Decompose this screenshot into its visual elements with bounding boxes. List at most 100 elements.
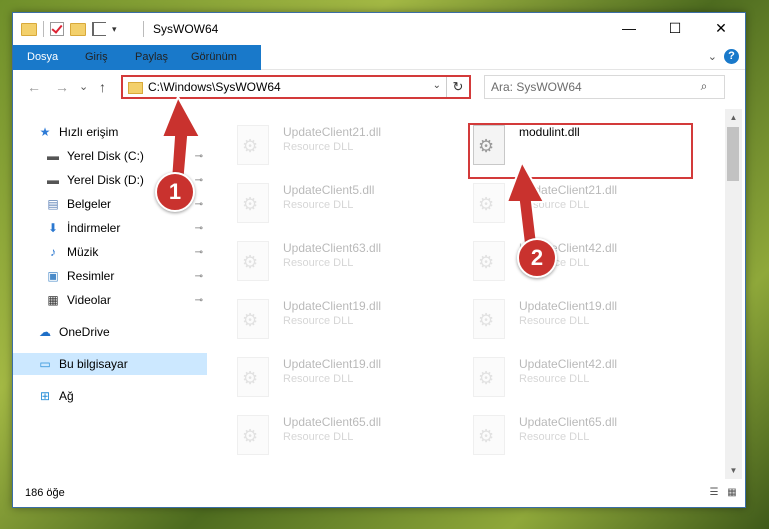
dll-file-icon	[473, 357, 505, 397]
properties-check-icon[interactable]	[50, 22, 64, 36]
search-box[interactable]: ⌕	[484, 75, 725, 99]
minimize-button[interactable]: —	[606, 13, 652, 43]
address-path[interactable]: C:\Windows\SysWOW64	[148, 80, 281, 94]
large-icons-view-icon[interactable]: ▦	[725, 487, 739, 499]
file-type: Resource DLL	[519, 431, 590, 443]
new-folder-icon[interactable]	[70, 22, 86, 36]
sidebar-item-label: Ağ	[59, 389, 74, 403]
dll-file-icon	[473, 125, 505, 165]
sidebar-item[interactable]: ▭ Bu bilgisayar	[13, 353, 207, 375]
file-item[interactable]: UpdateClient65.dll Resource DLL	[209, 409, 429, 463]
file-item[interactable]: UpdateClient21.dll Resource DLL	[209, 119, 429, 173]
pin-icon[interactable]: ⊸	[195, 247, 203, 258]
sidebar-item[interactable]: ▣ Resimler ⊸	[13, 265, 207, 287]
sidebar-item-label: Yerel Disk (C:)	[67, 149, 144, 163]
network-icon: ⊞	[39, 389, 51, 403]
customize-dropdown[interactable]: ▾	[112, 24, 117, 35]
pin-icon[interactable]: ⊸	[195, 295, 203, 306]
file-item[interactable]: UpdateClient19.dll Resource DLL	[209, 351, 429, 405]
file-type: Resource DLL	[283, 431, 354, 443]
file-name: UpdateClient21.dll	[283, 125, 382, 139]
quick-access-toolbar: ▾	[21, 21, 117, 37]
sidebar-item[interactable]: ♪ Müzik ⊸	[13, 241, 207, 263]
sidebar-item[interactable]: ⊞ Ağ	[13, 385, 207, 407]
close-button[interactable]: ✕	[698, 13, 744, 43]
file-type: Resource DLL	[519, 373, 590, 385]
tab-view[interactable]: Görünüm	[181, 45, 247, 69]
star-icon: ★	[39, 125, 51, 139]
documents-icon: ▤	[47, 197, 59, 211]
search-icon[interactable]: ⌕	[696, 79, 712, 93]
file-name: UpdateClient5.dll	[283, 183, 375, 197]
file-name: UpdateClient19.dll	[283, 357, 382, 371]
step-2-badge: 2	[517, 238, 557, 278]
dll-file-icon	[237, 183, 269, 223]
pin-icon[interactable]: ⊸	[195, 271, 203, 282]
sidebar-item[interactable]: ☁ OneDrive	[13, 321, 207, 343]
tab-share[interactable]: Paylaş	[125, 45, 178, 69]
sidebar-item[interactable]: ▦ Videolar ⊸	[13, 289, 207, 311]
scroll-thumb[interactable]	[727, 127, 739, 181]
search-input[interactable]	[491, 78, 691, 96]
drive-icon: ▬	[47, 149, 59, 163]
expand-ribbon-icon[interactable]: ⌄	[708, 50, 717, 63]
divider	[143, 21, 144, 37]
file-type: Resource DLL	[283, 257, 354, 269]
folder-icon	[21, 22, 37, 36]
vertical-scrollbar[interactable]: ▲ ▼	[725, 109, 742, 479]
folder-icon	[128, 82, 143, 94]
maximize-button[interactable]: ☐	[652, 13, 698, 43]
details-view-icon[interactable]: ☰	[707, 487, 721, 499]
scroll-down-icon[interactable]: ▼	[725, 462, 742, 479]
pin-icon[interactable]: ⊸	[195, 223, 203, 234]
file-name: UpdateClient63.dll	[283, 241, 382, 255]
help-icon[interactable]: ?	[724, 49, 739, 64]
file-list: UpdateClient21.dll Resource DLL modulint.d…	[209, 109, 723, 479]
recent-locations-button[interactable]: ⌄	[79, 80, 88, 93]
cloud-icon: ☁	[39, 325, 51, 339]
file-name: UpdateClient42.dll	[519, 357, 618, 371]
file-type: Resource DLL	[283, 141, 354, 153]
sidebar-item-label: Müzik	[67, 245, 99, 259]
sidebar-item-label: Videolar	[67, 293, 111, 307]
videos-icon: ▦	[47, 293, 59, 307]
file-item[interactable]: UpdateClient19.dll Resource DLL	[445, 293, 665, 347]
forward-button[interactable]: →	[55, 79, 69, 95]
file-item[interactable]: UpdateClient65.dll Resource DLL	[445, 409, 665, 463]
dll-file-icon	[237, 357, 269, 397]
explorer-window: ▾ SysWOW64 — ☐ ✕ Dosya Giriş Paylaş Görü…	[12, 12, 746, 508]
file-type: Resource DLL	[283, 315, 354, 327]
dll-file-icon	[237, 415, 269, 455]
sidebar-item-label: Yerel Disk (D:)	[67, 173, 144, 187]
file-name: UpdateClient19.dll	[519, 299, 618, 313]
file-name: UpdateClient19.dll	[283, 299, 382, 313]
scroll-up-icon[interactable]: ▲	[725, 109, 742, 126]
step-1-badge: 1	[155, 172, 195, 212]
item-count: 186 öğe	[25, 487, 65, 499]
sidebar-item-label: Hızlı erişim	[59, 125, 119, 139]
back-button[interactable]: ←	[27, 79, 41, 95]
file-item[interactable]: UpdateClient42.dll Resource DLL	[445, 351, 665, 405]
status-bar: 186 öğe ☰ ▦	[13, 479, 745, 507]
sidebar-item-label: Belgeler	[67, 197, 112, 211]
tab-home[interactable]: Giriş	[75, 45, 118, 69]
file-item[interactable]: UpdateClient5.dll Resource DLL	[209, 177, 429, 231]
navigation-bar: ← → ⌄ ↑ C:\Windows\SysWOW64 ⌄ ↻ ⌕	[13, 70, 745, 104]
music-icon: ♪	[50, 245, 56, 259]
file-type: Resource DLL	[283, 199, 354, 211]
up-button[interactable]: ↑	[99, 79, 106, 95]
file-type: Resource DLL	[519, 315, 590, 327]
ribbon: Dosya Giriş Paylaş Görünüm ⌄ ?	[13, 45, 745, 99]
file-type: Resource DLL	[283, 373, 354, 385]
download-icon: ⬇	[47, 221, 59, 235]
properties-icon[interactable]	[92, 22, 106, 36]
refresh-button[interactable]: ↻	[446, 77, 469, 97]
sidebar-item[interactable]: ⬇ İndirmeler ⊸	[13, 217, 207, 239]
dll-file-icon	[237, 125, 269, 165]
dll-file-icon	[473, 415, 505, 455]
file-name: UpdateClient65.dll	[519, 415, 618, 429]
title-bar: ▾ SysWOW64 — ☐ ✕	[13, 13, 745, 45]
file-item[interactable]: UpdateClient19.dll Resource DLL	[209, 293, 429, 347]
address-dropdown-icon[interactable]: ⌄	[433, 80, 441, 91]
file-item[interactable]: UpdateClient63.dll Resource DLL	[209, 235, 429, 289]
